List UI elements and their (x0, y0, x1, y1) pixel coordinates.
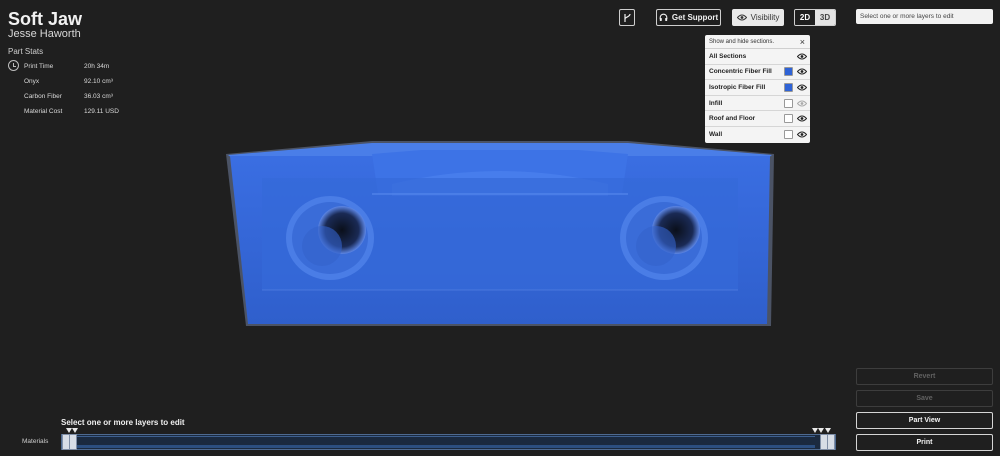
visibility-panel: Show and hide sections. × All Sections Co… (705, 35, 810, 143)
color-swatch[interactable] (784, 130, 793, 140)
view-3d-button[interactable]: 3D (815, 10, 835, 25)
layer-slider-end-handle-2[interactable] (827, 434, 835, 450)
visibility-panel-header: Show and hide sections. × (705, 35, 810, 49)
eye-icon[interactable] (797, 52, 807, 60)
eye-icon[interactable] (797, 131, 807, 139)
visibility-row: Roof and Floor (705, 111, 810, 127)
eye-icon[interactable] (797, 68, 807, 76)
layer-slider-track[interactable] (61, 434, 836, 450)
material-line (74, 436, 815, 437)
visibility-row: Concentric Fiber Fill (705, 65, 810, 81)
visibility-row: All Sections (705, 49, 810, 65)
layer-slider-start-handle-2[interactable] (69, 434, 77, 450)
stat-row-print-time: Print Time 20h 34m (8, 60, 158, 75)
eye-icon[interactable] (797, 99, 807, 107)
layer-marker-icon[interactable] (72, 428, 78, 433)
branch-icon (623, 13, 631, 22)
get-support-button[interactable]: Get Support (656, 9, 721, 26)
visibility-row-label: Infill (709, 99, 723, 107)
stat-value: 92.10 cm³ (84, 78, 113, 85)
visibility-panel-heading: Show and hide sections. (709, 38, 775, 45)
layer-slider-caption: Select one or more layers to edit (61, 418, 185, 427)
stat-value: 36.03 cm³ (84, 93, 113, 100)
stat-label: Carbon Fiber (24, 93, 62, 100)
author-name: Jesse Haworth (8, 28, 81, 40)
color-swatch[interactable] (784, 114, 793, 124)
save-button[interactable]: Save (856, 390, 993, 407)
get-support-label: Get Support (671, 13, 719, 22)
stat-label: Onyx (24, 78, 40, 85)
visibility-label: Visibility (750, 13, 780, 22)
layer-marker-icon[interactable] (818, 428, 824, 433)
stat-row-carbon-fiber: Carbon Fiber 36.03 cm³ (8, 90, 158, 105)
headset-icon (659, 13, 668, 21)
visibility-row: Infill (705, 96, 810, 112)
view-mode-toggle[interactable]: 2D 3D (794, 9, 836, 26)
color-swatch[interactable] (784, 98, 793, 108)
visibility-row-label: Roof and Floor (709, 115, 756, 123)
color-swatch[interactable] (784, 82, 793, 92)
stat-label: Print Time (24, 63, 54, 70)
part-stats: Print Time 20h 34m Onyx 92.10 cm³ Carbon… (8, 60, 158, 120)
part-title: Soft Jaw (8, 9, 83, 29)
visibility-row-label: Concentric Fiber Fill (709, 68, 772, 76)
clock-icon (8, 60, 19, 71)
stat-value: 129.11 USD (84, 108, 119, 115)
visibility-button[interactable]: Visibility (732, 9, 784, 26)
stat-label: Material Cost (24, 108, 63, 115)
part-3d-model[interactable] (222, 138, 778, 330)
eye-icon (736, 14, 747, 21)
layer-select-input[interactable]: Select one or more layers to edit (856, 9, 993, 24)
print-button[interactable]: Print (856, 434, 993, 451)
stat-row-material-cost: Material Cost 129.11 USD (8, 105, 158, 120)
visibility-row-label: Isotropic Fiber Fill (709, 83, 766, 91)
branch-button[interactable] (619, 9, 635, 26)
view-2d-button[interactable]: 2D (795, 10, 815, 25)
eye-icon[interactable] (797, 83, 807, 91)
stat-value: 20h 34m (84, 63, 110, 70)
color-swatch[interactable] (784, 67, 793, 77)
visibility-row-label: All Sections (709, 52, 747, 60)
visibility-row: Isotropic Fiber Fill (705, 80, 810, 96)
stat-row-onyx: Onyx 92.10 cm³ (8, 75, 158, 90)
material-fill (74, 445, 815, 448)
part-view-button[interactable]: Part View (856, 412, 993, 429)
close-icon[interactable]: × (800, 37, 805, 47)
materials-label: Materials (22, 438, 49, 445)
revert-button[interactable]: Revert (856, 368, 993, 385)
eye-icon[interactable] (797, 115, 807, 123)
layer-marker-icon[interactable] (825, 428, 831, 433)
part-stats-heading: Part Stats (8, 47, 44, 56)
